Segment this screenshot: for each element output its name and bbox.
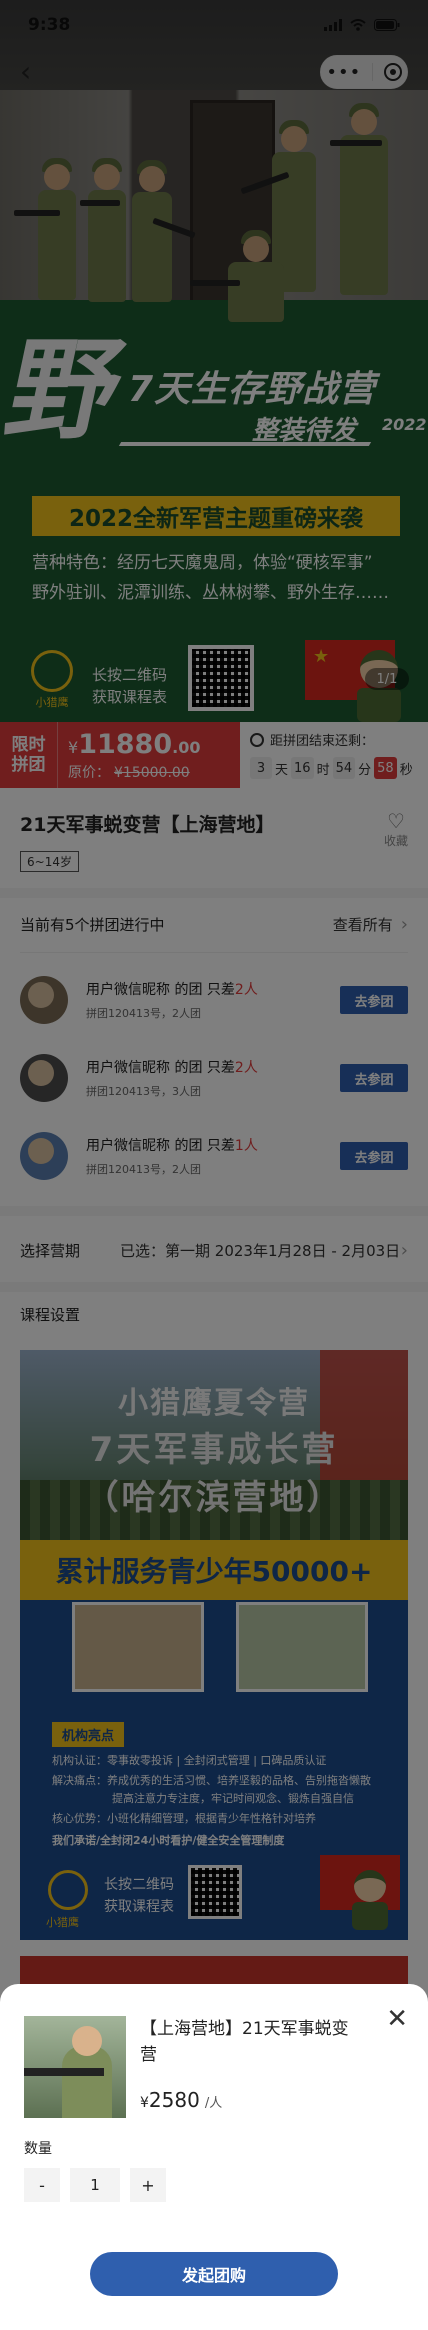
sheet-price-value: 2580 <box>148 2088 200 2112</box>
decrease-button[interactable]: - <box>24 2168 60 2202</box>
close-icon[interactable]: ✕ <box>386 2006 408 2032</box>
sheet-product-title: 【上海营地】21天军事蜕变营 <box>140 2019 349 2065</box>
modal-overlay[interactable] <box>0 0 428 2330</box>
page: 野 7天生存野战营 整装待发 2022 2022全新军营主题重磅来袭 营种特色：… <box>0 0 428 2330</box>
sheet-price: ¥2580 /人 <box>140 2088 223 2112</box>
product-thumbnail <box>24 2016 126 2118</box>
quantity-value[interactable]: 1 <box>70 2168 120 2202</box>
increase-button[interactable]: + <box>130 2168 166 2202</box>
start-group-buy-button[interactable]: 发起团购 <box>90 2252 338 2296</box>
quantity-label: 数量 <box>24 2141 52 2157</box>
purchase-sheet: 【上海营地】21天军事蜕变营 ¥2580 /人 ✕ 数量 - 1 + 发起团购 <box>0 1984 428 2330</box>
quantity-stepper: - 1 + <box>24 2168 166 2202</box>
